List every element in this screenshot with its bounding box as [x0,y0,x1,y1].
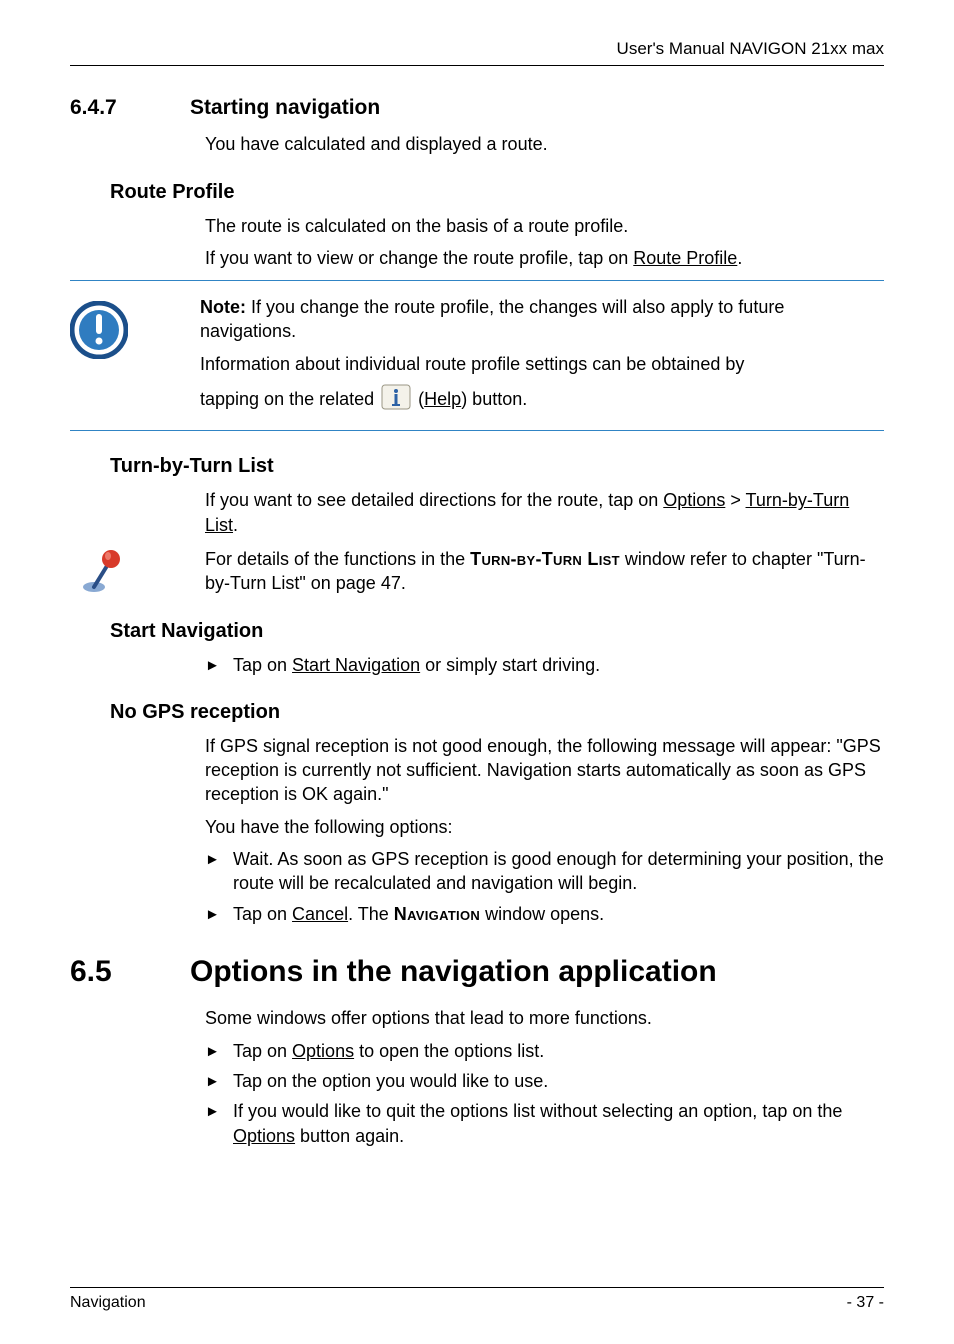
text: If you want to view or change the route … [205,248,633,268]
text: . [737,248,742,268]
options-link[interactable]: Options [663,490,725,510]
options-link[interactable]: Options [233,1126,295,1146]
route-profile-link[interactable]: Route Profile [633,248,737,268]
list-item: ► Tap on Options to open the options lis… [205,1039,884,1063]
help-link[interactable]: Help [424,389,461,409]
list-item: ► If you would like to quit the options … [205,1099,884,1148]
navigation-window-name: Navigation [394,904,480,924]
page-footer: Navigation - 37 - [70,1287,884,1314]
note-line2: Information about individual route profi… [200,352,884,376]
heading-title: Options in the navigation application [190,952,717,993]
tip-icon-cell [70,547,205,595]
text: to open the options list. [354,1041,544,1061]
text: . The [348,904,394,924]
text: > [725,490,745,510]
heading-number: 6.4.7 [70,94,190,122]
tbt-heading: Turn-by-Turn List [110,453,884,480]
list-item: ► Tap on the option you would like to us… [205,1069,884,1093]
no-gps-p2: You have the following options: [205,815,884,839]
list-item: ► Tap on Cancel. The Navigation window o… [205,902,884,926]
options-link[interactable]: Options [292,1041,354,1061]
tbt-p1: If you want to see detailed directions f… [205,488,884,537]
bullet-icon: ► [205,847,233,896]
start-nav-heading: Start Navigation [110,618,884,645]
tip-text: For details of the functions in the Turn… [205,547,884,596]
list-item: ► Wait. As soon as GPS reception is good… [205,847,884,896]
footer-left: Navigation [70,1292,146,1314]
tip-row: For details of the functions in the Turn… [70,547,884,596]
heading-title: Starting navigation [190,94,380,122]
text: If you change the route profile, the cha… [200,297,784,341]
text: Tap on [233,655,292,675]
bullet-icon: ► [205,1039,233,1063]
note-icon-cell [70,287,200,359]
bullet-icon: ► [205,1099,233,1148]
no-gps-p1: If GPS signal reception is not good enou… [205,734,884,807]
intro-text: You have calculated and displayed a rout… [205,132,884,156]
tbt-window-name: Turn-by-Turn List [470,549,620,569]
bullet-icon: ► [205,902,233,926]
text: button again. [295,1126,404,1146]
bullet-icon: ► [205,1069,233,1093]
route-profile-heading: Route Profile [110,179,884,206]
pushpin-icon [80,547,124,595]
note-bold: Note: [200,297,246,317]
list-item: ► Tap on Start Navigation or simply star… [205,653,884,677]
s65-p1: Some windows offer options that lead to … [205,1006,884,1030]
heading-number: 6.5 [70,952,190,993]
heading-6-5: 6.5 Options in the navigation applicatio… [70,952,884,993]
cancel-link[interactable]: Cancel [292,904,348,924]
page-header: User's Manual NAVIGON 21xx max [70,38,884,66]
bullet-text: If you would like to quit the options li… [233,1099,884,1148]
header-text: User's Manual NAVIGON 21xx max [617,39,884,58]
note-line1: Note: If you change the route profile, t… [200,295,884,344]
start-navigation-link[interactable]: Start Navigation [292,655,420,675]
text: ) button. [461,389,527,409]
bullet-text: Tap on Start Navigation or simply start … [233,653,884,677]
bullet-text: Tap on the option you would like to use. [233,1069,884,1093]
note-line3: tapping on the related (Help) button. [200,384,884,416]
text: Tap on [233,904,292,924]
note-block: Note: If you change the route profile, t… [70,280,884,431]
route-profile-p1: The route is calculated on the basis of … [205,214,884,238]
text: Tap on [233,1041,292,1061]
text: If you would like to quit the options li… [233,1101,842,1121]
text: or simply start driving. [420,655,600,675]
bullet-text: Wait. As soon as GPS reception is good e… [233,847,884,896]
bullet-text: Tap on Cancel. The Navigation window ope… [233,902,884,926]
no-gps-heading: No GPS reception [110,699,884,726]
text: . [233,515,238,535]
text: window opens. [480,904,604,924]
heading-6-4-7: 6.4.7 Starting navigation [70,94,884,122]
alert-icon [70,301,128,359]
footer-right: - 37 - [847,1292,884,1314]
text: For details of the functions in the [205,549,470,569]
text: tapping on the related [200,389,379,409]
text: If you want to see detailed directions f… [205,490,663,510]
help-button-icon[interactable] [381,384,411,416]
route-profile-p2: If you want to view or change the route … [205,246,884,270]
bullet-icon: ► [205,653,233,677]
bullet-text: Tap on Options to open the options list. [233,1039,884,1063]
